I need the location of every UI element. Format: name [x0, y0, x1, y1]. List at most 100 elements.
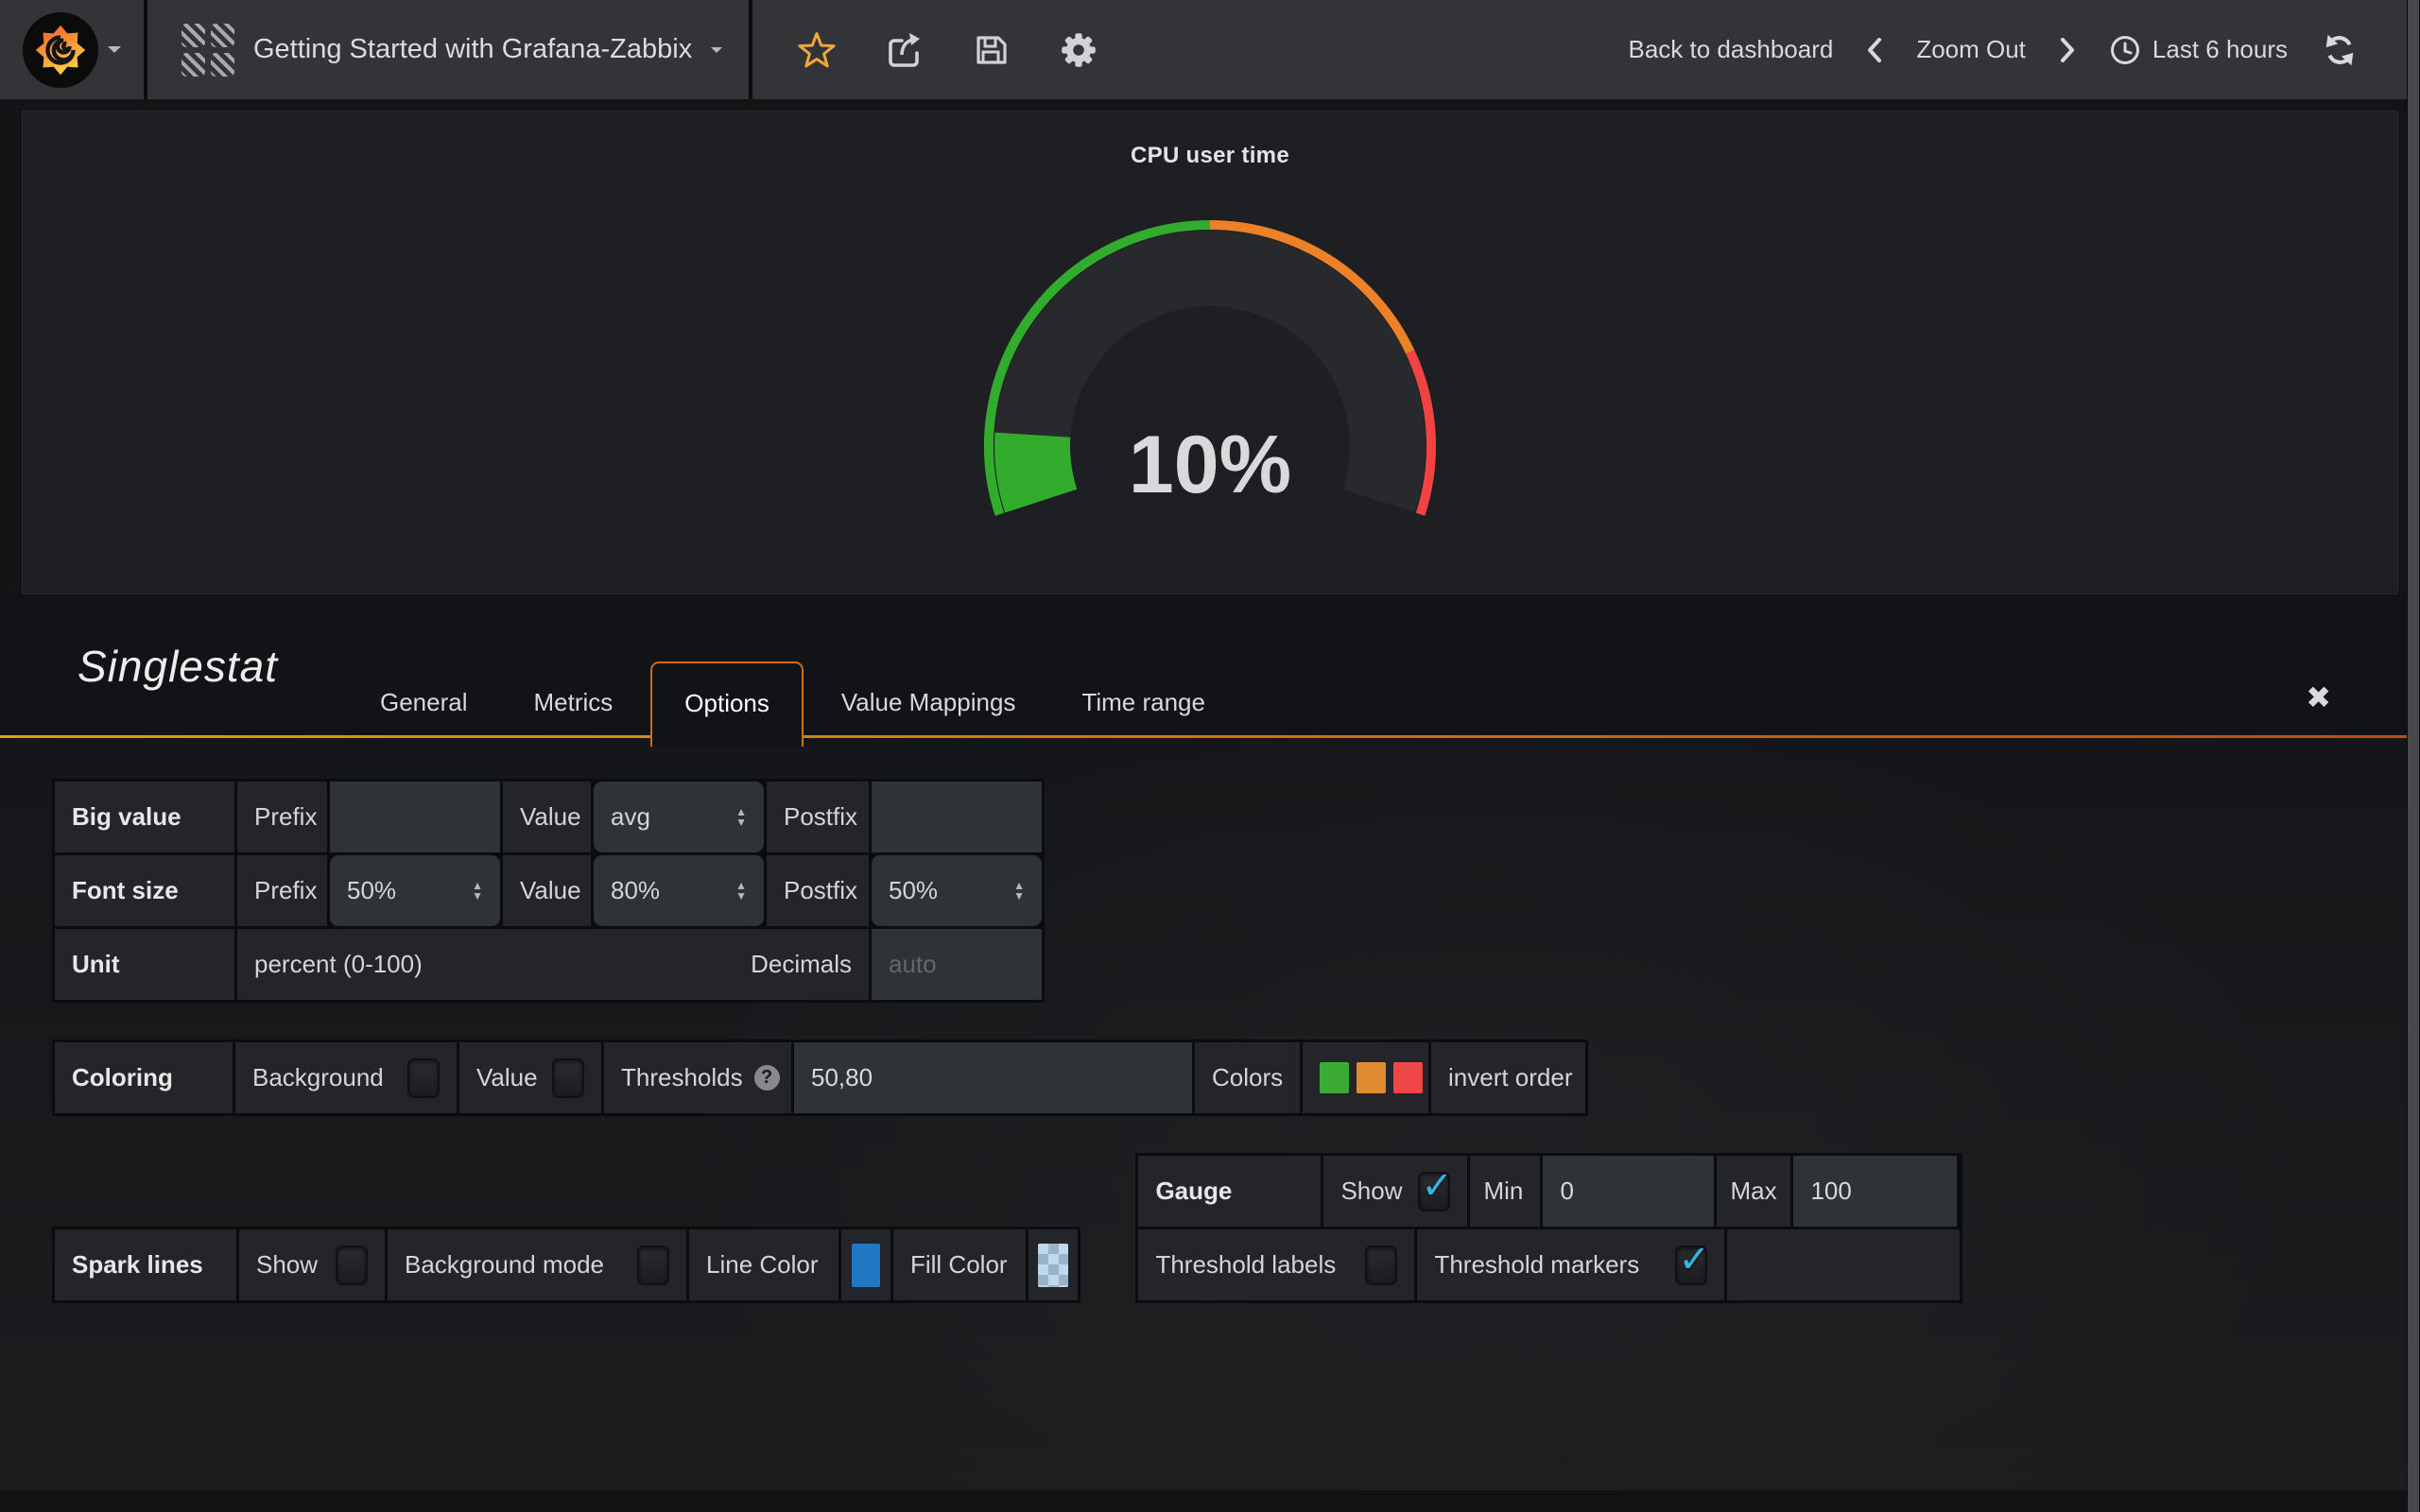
gauge-value-arc: [1032, 435, 1041, 501]
fill-color-swatch[interactable]: [1038, 1244, 1068, 1287]
time-range-picker[interactable]: Last 6 hours: [2109, 34, 2288, 66]
singlestat-panel: CPU user time 10%: [22, 111, 2398, 594]
options-tab-content: Big value Prefix Value avg ▲▼ Postfix Fo…: [0, 738, 2407, 1512]
scrollbar-thumb[interactable]: [2408, 0, 2419, 1512]
postfix-label: Postfix: [767, 782, 869, 852]
thresholds-input[interactable]: 50,80: [794, 1042, 1192, 1113]
chevron-left-icon[interactable]: [1865, 36, 1884, 64]
select-spinner-icon: ▲▼: [472, 881, 483, 902]
invert-order-cell: invert order: [1431, 1042, 1585, 1113]
tab-general[interactable]: General: [352, 666, 496, 738]
coloring-row: Coloring Background ✓ Value ✓ Thresholds…: [55, 1042, 1585, 1113]
thresholds-label: Thresholds: [621, 1063, 743, 1092]
spark-lines-table: Spark lines Show ✓ Background mode ✓ Lin…: [52, 1227, 1080, 1303]
background-checkbox[interactable]: ✓: [407, 1058, 440, 1098]
coloring-value-cell: Value ✓: [459, 1042, 601, 1113]
font-size-label: Font size: [55, 855, 234, 926]
value-stat-selected: avg: [611, 802, 650, 832]
value-font-size-select[interactable]: 80% ▲▼: [594, 855, 764, 926]
value-options-table: Big value Prefix Value avg ▲▼ Postfix Fo…: [52, 779, 1045, 1003]
zoom-out-button[interactable]: Zoom Out: [1916, 35, 2026, 64]
postfix-font-size-select[interactable]: 50% ▲▼: [872, 855, 1042, 926]
select-spinner-icon: ▲▼: [735, 807, 747, 828]
max-label: Max: [1717, 1156, 1790, 1227]
threshold-markers-checkbox[interactable]: ✓: [1675, 1246, 1707, 1285]
gauge-show-checkbox[interactable]: ✓: [1418, 1172, 1450, 1211]
background-mode-cell: Background mode ✓: [388, 1229, 686, 1300]
line-color-cell: [841, 1229, 890, 1300]
big-value-postfix-input[interactable]: [872, 782, 1042, 852]
editor-tabs: General Metrics Options Value Mappings T…: [352, 662, 1243, 738]
threshold-labels-label: Threshold labels: [1155, 1250, 1336, 1280]
invert-order-button[interactable]: invert order: [1448, 1063, 1573, 1092]
big-value-row: Big value Prefix Value avg ▲▼ Postfix: [55, 782, 1042, 852]
coloring-table: Coloring Background ✓ Value ✓ Thresholds…: [52, 1040, 1588, 1116]
thresholds-cell: Thresholds ?: [604, 1042, 791, 1113]
panel-type-title: Singlestat: [78, 641, 278, 692]
select-spinner-icon: ▲▼: [735, 881, 747, 902]
dashboard-title-dropdown[interactable]: Getting Started with Grafana-Zabbix: [147, 0, 752, 99]
color-swatch-red[interactable]: [1393, 1062, 1423, 1093]
spark-lines-row: Spark lines Show ✓ Background mode ✓ Lin…: [55, 1229, 1078, 1300]
refresh-icon[interactable]: [2320, 30, 2360, 70]
line-color-label: Line Color: [689, 1229, 838, 1300]
prefix-font-size-select[interactable]: 50% ▲▼: [330, 855, 500, 926]
show-label: Show: [1340, 1177, 1402, 1206]
max-input[interactable]: 100: [1793, 1156, 1957, 1227]
close-editor-icon[interactable]: ✖: [2306, 682, 2331, 713]
show-label: Show: [256, 1250, 318, 1280]
star-button[interactable]: [796, 29, 838, 71]
clock-icon: [2109, 34, 2141, 66]
tab-value-mappings[interactable]: Value Mappings: [813, 666, 1045, 738]
gauge-chart: 10%: [964, 112, 1456, 563]
select-spinner-icon: ▲▼: [1013, 881, 1025, 902]
fill-color-label: Fill Color: [893, 1229, 1026, 1300]
font-size-row: Font size Prefix 50% ▲▼ Value 80% ▲▼ Pos…: [55, 855, 1042, 926]
colors-label: Colors: [1195, 1042, 1300, 1113]
spark-show-cell: Show ✓: [239, 1229, 385, 1300]
time-range-label: Last 6 hours: [2152, 35, 2288, 64]
value-label: Value: [476, 1063, 538, 1092]
tab-time-range[interactable]: Time range: [1053, 666, 1234, 738]
min-input[interactable]: 0: [1543, 1156, 1714, 1227]
background-mode-checkbox[interactable]: ✓: [637, 1246, 669, 1285]
save-button[interactable]: [970, 29, 1011, 71]
tab-options[interactable]: Options: [650, 662, 804, 747]
unit-value-dropdown[interactable]: percent (0-100): [254, 950, 423, 979]
grafana-menu-button[interactable]: [0, 0, 147, 99]
background-label: Background: [252, 1063, 384, 1092]
caret-down-icon: [711, 47, 722, 59]
unit-label: Unit: [55, 929, 234, 1000]
help-question-icon[interactable]: ?: [754, 1065, 780, 1091]
big-value-prefix-input[interactable]: [330, 782, 500, 852]
fill-color-cell: [1028, 1229, 1078, 1300]
colors-swatches-cell: [1303, 1042, 1428, 1113]
spark-show-checkbox[interactable]: ✓: [336, 1246, 368, 1285]
settings-gear-icon[interactable]: [1057, 28, 1100, 72]
big-value-label: Big value: [55, 782, 234, 852]
color-swatch-orange[interactable]: [1357, 1062, 1386, 1093]
value-stat-select[interactable]: avg ▲▼: [594, 782, 764, 852]
coloring-label: Coloring: [55, 1042, 233, 1113]
value-label: Value: [503, 855, 591, 926]
chevron-right-icon[interactable]: [2058, 36, 2077, 64]
gauge-label: Gauge: [1138, 1156, 1321, 1227]
tab-metrics[interactable]: Metrics: [506, 666, 642, 738]
prefix-label: Prefix: [237, 782, 327, 852]
unit-cell: percent (0-100) Decimals: [237, 929, 869, 1000]
gauge-row: Gauge Show ✓ Min 0 Max 100: [1138, 1156, 1960, 1227]
line-color-swatch[interactable]: [852, 1244, 880, 1287]
value-checkbox[interactable]: ✓: [552, 1058, 584, 1098]
background-mode-label: Background mode: [405, 1250, 604, 1280]
spark-lines-label: Spark lines: [55, 1229, 236, 1300]
navbar-right-controls: Back to dashboard Zoom Out Last 6 hours: [1629, 30, 2420, 70]
decimals-input[interactable]: auto: [872, 929, 1042, 1000]
threshold-labels-checkbox[interactable]: ✓: [1365, 1246, 1397, 1285]
threshold-markers-label: Threshold markers: [1434, 1250, 1639, 1280]
back-to-dashboard-button[interactable]: Back to dashboard: [1629, 35, 1834, 64]
color-swatch-green[interactable]: [1320, 1062, 1349, 1093]
gauge-options-table: Gauge Show ✓ Min 0 Max 100 Threshold lab…: [1135, 1153, 1962, 1303]
panel-editor-header: Singlestat General Metrics Options Value…: [0, 594, 2407, 738]
share-button[interactable]: [883, 29, 925, 71]
decimals-label: Decimals: [751, 950, 852, 979]
